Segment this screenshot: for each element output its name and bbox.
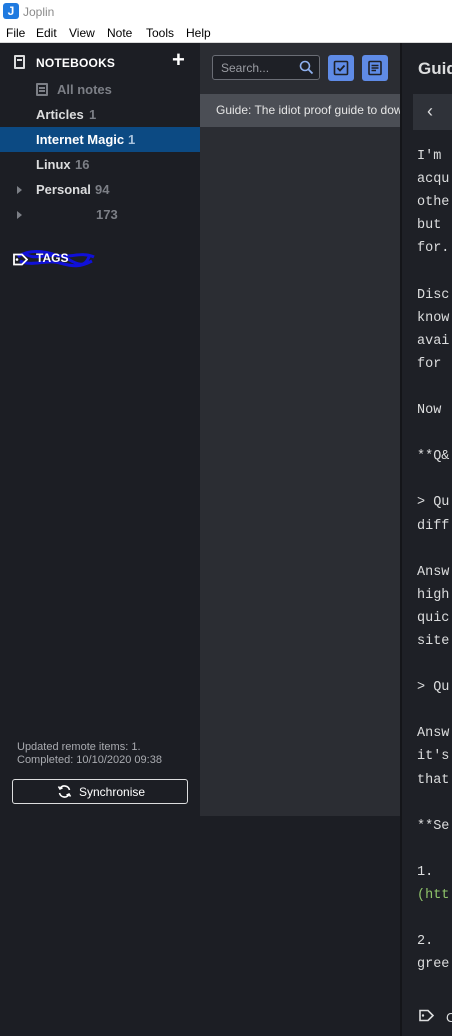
editor-line: gree: [417, 957, 450, 973]
note-body[interactable]: I'm acqu othe but for. Disc know avai for Now…: [417, 145, 452, 976]
synchronise-button[interactable]: Synchronise: [12, 779, 188, 804]
sidebar-item-label: All notes: [57, 82, 112, 97]
note-tag-bar[interactable]: C: [418, 1008, 452, 1028]
tags-header[interactable]: TAGS: [12, 250, 162, 268]
menu-file[interactable]: File: [6, 26, 25, 40]
editor-line: for: [417, 356, 450, 372]
expand-caret-icon[interactable]: [17, 211, 22, 219]
sync-status-line: Updated remote items: 1.: [17, 741, 141, 753]
editor-line: that: [417, 772, 450, 788]
editor-line: 1.: [417, 864, 442, 880]
editor-line: Now: [417, 403, 450, 419]
note-title-input[interactable]: Guid: [418, 59, 452, 79]
tag-bar-text: C: [446, 1010, 452, 1025]
chevron-left-icon: ‹: [427, 101, 433, 121]
sidebar-item-label: Articles: [36, 107, 84, 122]
note-list: Guide: The idiot proof guide to dow: [200, 43, 400, 816]
expand-caret-icon[interactable]: [17, 186, 22, 194]
bottom-panel: [0, 816, 400, 1036]
notebooks-label: NOTEBOOKS: [36, 56, 116, 70]
search-input[interactable]: [221, 60, 297, 76]
sidebar-item-redacted[interactable]: 173: [0, 202, 200, 227]
editor-line: high: [417, 587, 450, 603]
sidebar-item-count: 1: [89, 107, 97, 122]
plus-icon[interactable]: +: [172, 49, 185, 71]
notebooks-header[interactable]: NOTEBOOKS +: [14, 49, 194, 71]
menu-tools[interactable]: Tools: [146, 26, 174, 40]
editor-line: avai: [417, 333, 450, 349]
sync-status: Updated remote items: 1. Completed: 10/1…: [17, 741, 162, 767]
editor-line: Disc: [417, 287, 450, 303]
sidebar-item-count: 16: [75, 157, 90, 172]
sync-icon: [57, 785, 72, 798]
editor-line: acqu: [417, 172, 450, 188]
sidebar-item-linux[interactable]: Linux 16: [0, 152, 200, 177]
editor-line: othe: [417, 195, 450, 211]
window-title: Joplin: [23, 5, 55, 19]
editor-line: 2.: [417, 934, 442, 950]
sidebar: NOTEBOOKS + All notes Articles 1 Interne…: [0, 43, 200, 816]
note-title: Guide: The idiot proof guide to dow: [216, 103, 400, 117]
all-notes-icon: [36, 83, 48, 96]
sidebar-item-personal[interactable]: Personal 94: [0, 177, 200, 202]
synchronise-label: Synchronise: [79, 785, 146, 799]
notebook-icon: [14, 55, 25, 69]
editor-line: **Q&: [417, 449, 450, 465]
editor-line: but: [417, 218, 450, 234]
menu-help[interactable]: Help: [186, 26, 211, 40]
editor-line: I'm: [417, 149, 450, 164]
editor-line: Answ: [417, 726, 450, 742]
editor-line: for.: [417, 241, 450, 257]
tag-icon: [419, 1009, 434, 1022]
sidebar-item-count: 1: [128, 132, 136, 147]
editor-line: > Qu: [417, 495, 450, 511]
sync-status-line: Completed: 10/10/2020 09:38: [17, 754, 162, 766]
note-icon: [368, 60, 382, 76]
joplin-logo-icon: J: [3, 3, 19, 19]
sidebar-item-label: Internet Magic: [36, 132, 125, 147]
checkbox-icon: [333, 60, 349, 76]
editor-line: quic: [417, 610, 450, 626]
editor-line: site: [417, 633, 450, 649]
menu-bar: File Edit View Note Tools Help: [0, 23, 452, 43]
new-todo-button[interactable]: [328, 55, 354, 81]
tags-label: TAGS: [36, 251, 69, 265]
back-button[interactable]: ‹: [413, 94, 452, 130]
sidebar-item-all-notes[interactable]: All notes: [0, 77, 200, 102]
search-icon[interactable]: [299, 60, 314, 75]
editor-line: know: [417, 310, 450, 326]
sidebar-item-label: Personal: [36, 182, 91, 197]
editor-line: **Se: [417, 818, 450, 834]
new-note-button[interactable]: [362, 55, 388, 81]
menu-edit[interactable]: Edit: [36, 26, 57, 40]
title-bar: J Joplin: [0, 0, 452, 23]
sidebar-item-count: 173: [96, 207, 118, 222]
editor-line: Answ: [417, 564, 450, 580]
menu-view[interactable]: View: [69, 26, 95, 40]
note-list-item[interactable]: Guide: The idiot proof guide to dow: [200, 94, 400, 127]
menu-note[interactable]: Note: [107, 26, 132, 40]
editor-line: (htt: [417, 888, 450, 903]
editor-line: diff: [417, 518, 450, 534]
sidebar-item-articles[interactable]: Articles 1: [0, 102, 200, 127]
tag-icon: [13, 253, 28, 266]
editor-line: it's: [417, 749, 450, 765]
search-box[interactable]: [212, 55, 320, 80]
note-editor: Guid ‹ I'm acqu othe but for. Disc know avai…: [402, 43, 452, 1036]
sidebar-item-label: Linux: [36, 157, 71, 172]
editor-line: > Qu: [417, 680, 450, 696]
sidebar-item-count: 94: [95, 182, 110, 197]
sidebar-item-internet-magic[interactable]: Internet Magic 1: [0, 127, 200, 152]
